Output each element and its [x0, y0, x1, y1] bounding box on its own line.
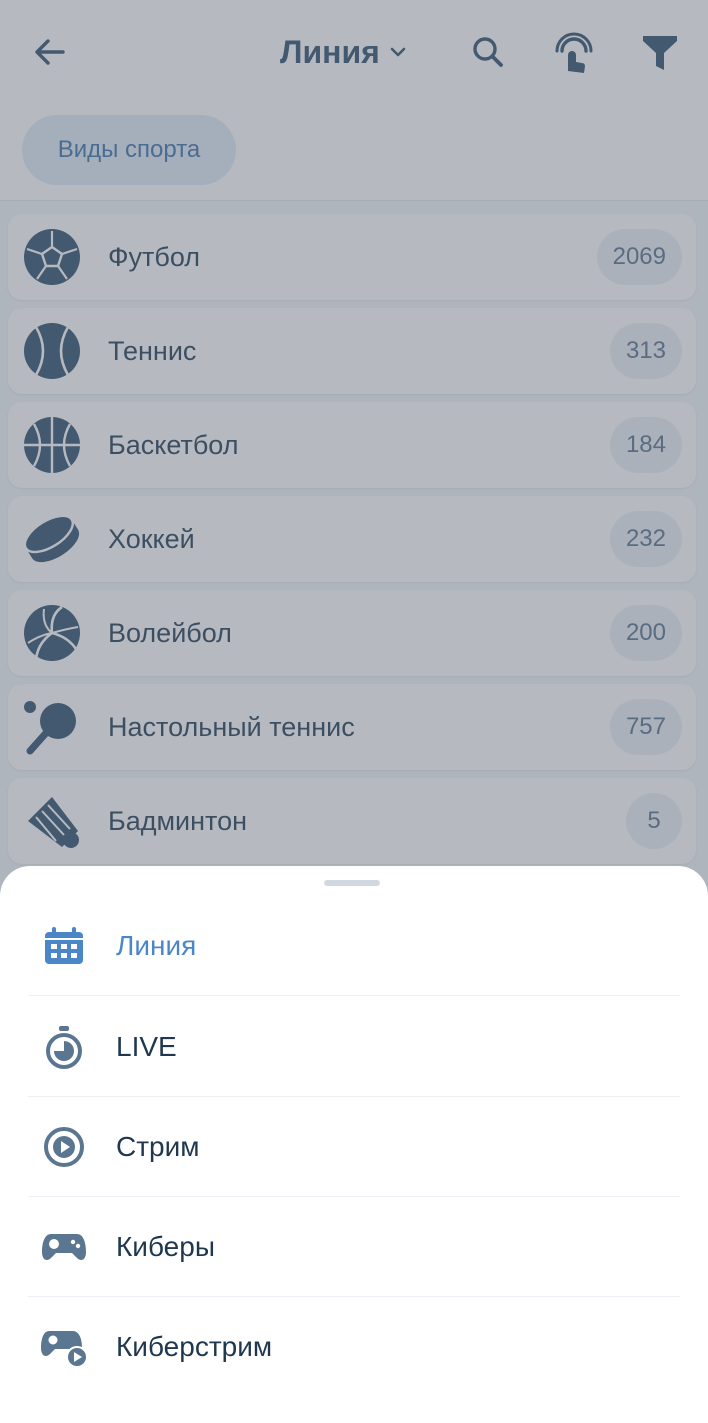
menu-item-label: Линия — [116, 930, 197, 961]
menu-item-stream[interactable]: Стрим — [0, 1097, 708, 1197]
stopwatch-icon — [40, 1025, 88, 1069]
gamepad-icon — [40, 1225, 88, 1269]
menu-item-esports-stream[interactable]: Киберстрим — [0, 1297, 708, 1397]
play-circle-icon — [40, 1125, 88, 1169]
gamepad-stream-icon — [40, 1325, 88, 1369]
menu-item-esports[interactable]: Киберы — [0, 1197, 708, 1297]
menu-item-live[interactable]: LIVE — [0, 997, 708, 1097]
calendar-icon — [40, 924, 88, 968]
menu-item-line[interactable]: Линия — [0, 896, 708, 996]
menu-item-label: Стрим — [116, 1131, 200, 1162]
menu-item-label: LIVE — [116, 1031, 177, 1062]
menu-item-label: Киберы — [116, 1231, 215, 1262]
mode-bottom-sheet: Линия LIVE Стрим Киберы Киберстрим — [0, 866, 708, 1423]
menu-item-label: Киберстрим — [116, 1331, 273, 1362]
sheet-drag-handle[interactable] — [324, 880, 380, 886]
divider — [28, 995, 680, 996]
